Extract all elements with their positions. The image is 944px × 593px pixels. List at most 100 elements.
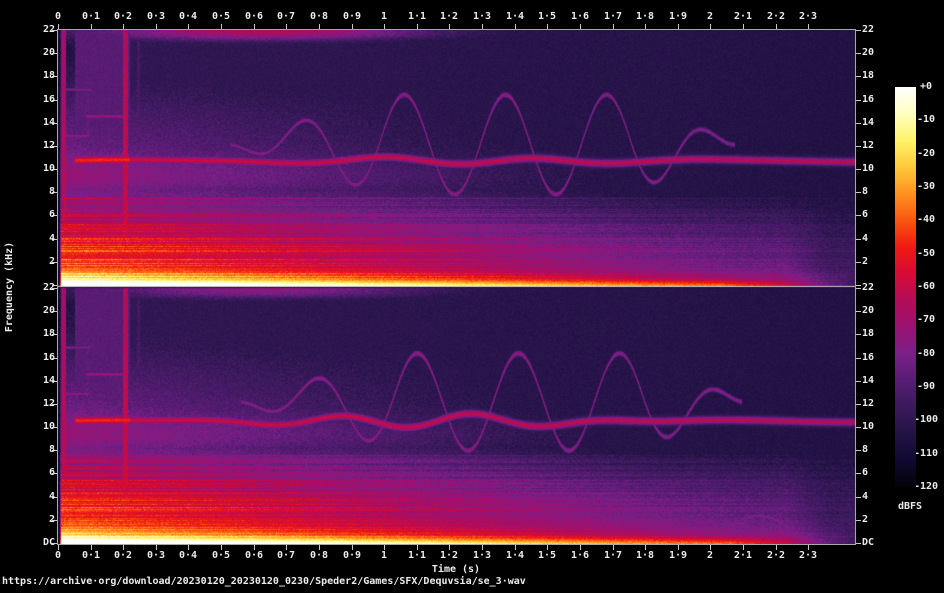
- time-tick-label: 1·5: [537, 11, 557, 22]
- freq-tick-label: 8: [48, 186, 55, 197]
- time-tick-label: 0·6: [244, 11, 264, 22]
- freq-tick: [856, 100, 861, 101]
- spectrogram-canvas: [58, 30, 855, 544]
- time-tick-label: 1·1: [407, 550, 427, 561]
- time-tick-label: 0·2: [113, 11, 133, 22]
- time-tick-label: 1·6: [570, 550, 590, 561]
- spectrogram-plot-area: [57, 29, 856, 545]
- colorbar-tick-label: -100: [913, 414, 939, 426]
- time-tick: [58, 24, 59, 29]
- freq-tick: [856, 427, 861, 428]
- time-tick-label: 0: [54, 550, 62, 561]
- time-tick-label: 1·8: [635, 550, 655, 561]
- time-tick-label: 2: [706, 11, 714, 22]
- freq-tick-label: 8: [48, 444, 55, 455]
- time-tick-label: 0·4: [178, 11, 198, 22]
- freq-tick: [856, 30, 861, 31]
- colorbar-tick-label: +0: [919, 81, 933, 92]
- freq-tick-label: 6: [862, 467, 869, 478]
- freq-tick-label: 18: [862, 70, 875, 81]
- time-tick-label: 1·1: [407, 11, 427, 22]
- freq-tick: [856, 215, 861, 216]
- time-tick-label: 0·2: [113, 550, 133, 561]
- freq-tick: [856, 285, 861, 286]
- time-tick: [710, 24, 711, 29]
- time-tick-label: 0·9: [342, 11, 362, 22]
- time-tick: [613, 24, 614, 29]
- freq-tick-label: 4: [862, 491, 869, 502]
- freq-tick-label: 20: [42, 47, 55, 58]
- time-tick: [580, 24, 581, 29]
- freq-tick-label: 8: [862, 186, 869, 197]
- time-tick: [188, 24, 189, 29]
- time-tick-label: 0·7: [276, 11, 296, 22]
- time-tick-label: 0·5: [211, 550, 231, 561]
- time-tick: [743, 24, 744, 29]
- freq-tick: [856, 288, 861, 289]
- freq-tick-label: 12: [42, 140, 55, 151]
- freq-tick: [856, 520, 861, 521]
- freq-tick: [856, 334, 861, 335]
- freq-tick-label: 10: [42, 163, 55, 174]
- time-tick-label: 2·1: [733, 11, 753, 22]
- freq-tick-label: 12: [862, 398, 875, 409]
- time-tick-label: 1·7: [603, 550, 623, 561]
- freq-tick-label: DC: [862, 537, 875, 548]
- time-tick-label: 0·1: [81, 11, 101, 22]
- freq-tick: [856, 450, 861, 451]
- colorbar-tick-label: -80: [916, 347, 936, 359]
- freq-tick-label: 16: [42, 94, 55, 105]
- time-tick-label: 1·6: [570, 11, 590, 22]
- freq-tick-label: 14: [42, 117, 55, 128]
- freq-tick-label: 10: [862, 421, 875, 432]
- time-tick: [352, 24, 353, 29]
- time-tick-label: 0·3: [146, 550, 166, 561]
- time-tick-label: 2·2: [766, 550, 786, 561]
- colorbar-tick-label: -90: [916, 381, 936, 392]
- time-tick: [319, 24, 320, 29]
- freq-tick-label: 16: [862, 94, 875, 105]
- colorbar-tick-label: -20: [916, 147, 936, 159]
- time-tick-label: 1·2: [439, 11, 459, 22]
- time-tick-label: 1·2: [439, 550, 459, 561]
- time-tick-label: 1·4: [505, 550, 525, 561]
- freq-tick-label: 10: [862, 163, 875, 174]
- freq-tick: [856, 146, 861, 147]
- freq-tick: [856, 262, 861, 263]
- freq-tick: [856, 239, 861, 240]
- freq-tick-label: 22: [42, 282, 55, 293]
- freq-tick: [856, 543, 861, 544]
- freq-tick-label: 18: [42, 328, 55, 339]
- time-tick-label: 2·1: [733, 550, 753, 561]
- colorbar-tick-label: -110: [913, 447, 939, 459]
- freq-tick: [856, 404, 861, 405]
- freq-tick-label: 4: [48, 233, 55, 244]
- time-tick-label: 1·5: [537, 550, 557, 561]
- time-tick-label: 0·3: [146, 11, 166, 22]
- colorbar-unit-label: dBFS: [897, 501, 923, 512]
- colorbar-tick-label: -40: [916, 214, 936, 226]
- time-tick: [547, 24, 548, 29]
- freq-tick-label: 22: [862, 24, 875, 35]
- time-tick-label: 2·3: [798, 11, 818, 22]
- freq-tick-label: 16: [42, 352, 55, 363]
- time-tick-label: 0·5: [211, 11, 231, 22]
- freq-tick-label: 18: [42, 70, 55, 81]
- freq-tick: [856, 123, 861, 124]
- freq-tick: [856, 381, 861, 382]
- time-tick: [286, 24, 287, 29]
- time-tick-label: 0·8: [309, 11, 329, 22]
- time-tick-label: 1·7: [603, 11, 623, 22]
- freq-tick-label: 2: [48, 256, 55, 267]
- time-tick: [482, 24, 483, 29]
- freq-tick: [856, 192, 861, 193]
- time-tick-label: 1: [380, 550, 388, 561]
- freq-tick-label: 20: [42, 305, 55, 316]
- colorbar-tick-label: -60: [916, 281, 936, 292]
- time-tick-label: 0·7: [276, 550, 296, 561]
- freq-tick: [856, 76, 861, 77]
- time-tick: [91, 24, 92, 29]
- freq-tick: [856, 358, 861, 359]
- x-axis-label: Time (s): [431, 564, 481, 575]
- time-tick: [417, 24, 418, 29]
